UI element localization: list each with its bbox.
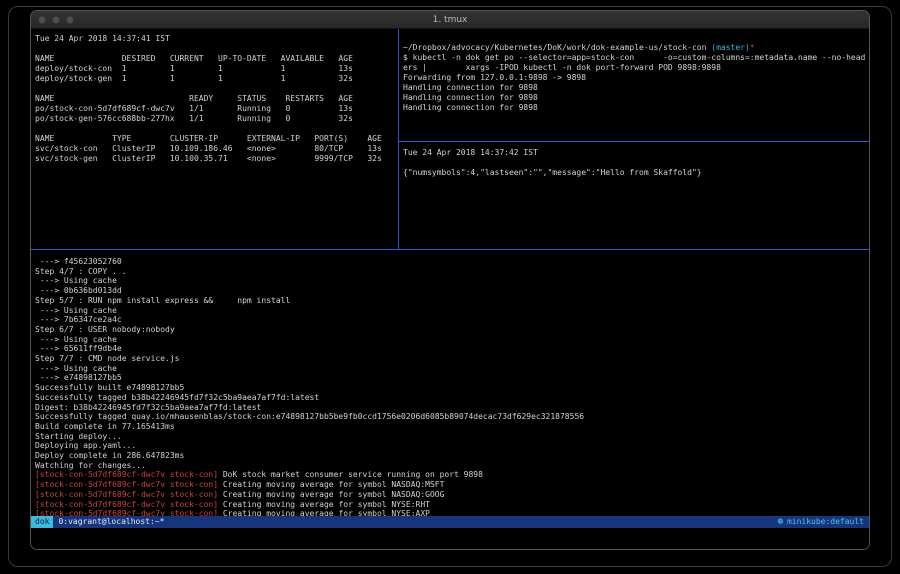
terminal-line: ---> Using cache — [35, 364, 869, 374]
terminal-line: [stock-con-5d7df689cf-dwc7v stock-con] C… — [35, 500, 869, 510]
screen: 1. tmux Tue 24 Apr 2018 14:37:41 IST NAME… — [0, 0, 900, 574]
session-name-badge[interactable]: dok — [31, 516, 53, 528]
terminal-line: NAME TYPE CLUSTER-IP EXTERNAL-IP PORT(S)… — [35, 134, 398, 144]
terminal-line: ---> 65611ff9db4e — [35, 344, 869, 354]
terminal-line: ---> Using cache — [35, 335, 869, 345]
pane-service-watch[interactable]: Tue 24 Apr 2018 14:37:42 IST {"numsymbols… — [399, 142, 869, 249]
terminal-line: Handling connection for 9898 — [403, 93, 869, 103]
terminal-line: Tue 24 Apr 2018 14:37:42 IST — [403, 148, 869, 158]
terminal-line: po/stock-con-5d7df689cf-dwc7v 1/1 Runnin… — [35, 104, 398, 114]
terminal-line: deploy/stock-con 1 1 1 1 13s — [35, 64, 398, 74]
terminal-line: [stock-con-5d7df689cf-dwc7v stock-con] D… — [35, 470, 869, 480]
terminal-line: ---> Using cache — [35, 276, 869, 286]
pane-skaffold-build-log[interactable]: ---> f45623052760Step 4/7 : COPY . . ---… — [31, 250, 869, 516]
terminal-line: NAME DESIRED CURRENT UP-TO-DATE AVAILABL… — [35, 54, 398, 64]
terminal-line: Successfully tagged b38b42246945fd7f32c5… — [35, 393, 869, 403]
terminal-line — [35, 124, 398, 134]
terminal-line: ---> 7b6347ce2a4c — [35, 315, 869, 325]
terminal-line: Starting deploy... — [35, 432, 869, 442]
terminal-line: [stock-con-5d7df689cf-dwc7v stock-con] C… — [35, 509, 869, 516]
window-bottom-filler — [31, 528, 869, 549]
terminal-line — [35, 44, 398, 54]
titlebar: 1. tmux — [31, 11, 869, 29]
terminal-line: {"numsymbols":4,"lastseen":"","message":… — [403, 168, 869, 178]
terminal-line: ---> 0b636bd013dd — [35, 286, 869, 296]
zoom-window-button[interactable] — [66, 16, 74, 24]
tmux-terminal: Tue 24 Apr 2018 14:37:41 IST NAME DESIRED… — [31, 29, 869, 516]
kube-context-label: minikube:default — [787, 516, 864, 528]
terminal-line: NAME READY STATUS RESTARTS AGE — [35, 94, 398, 104]
terminal-window: 1. tmux Tue 24 Apr 2018 14:37:41 IST NAME… — [30, 10, 870, 550]
pane-kubectl-resources[interactable]: Tue 24 Apr 2018 14:37:41 IST NAME DESIRED… — [31, 29, 398, 249]
terminal-line — [35, 84, 398, 94]
terminal-line: svc/stock-con ClusterIP 10.109.186.46 <n… — [35, 144, 398, 154]
status-window-item[interactable]: 0:vagrant@localhost:~* — [53, 516, 169, 528]
terminal-line: svc/stock-gen ClusterIP 10.100.35.71 <no… — [35, 154, 398, 164]
terminal-line: Successfully built e74898127bb5 — [35, 383, 869, 393]
terminal-line: Step 7/7 : CMD node service.js — [35, 354, 869, 364]
terminal-line: Deploy complete in 286.647823ms — [35, 451, 869, 461]
right-pane-column: ~/Dropbox/advocacy/Kubernetes/DoK/work/d… — [399, 29, 869, 249]
terminal-line: Forwarding from 127.0.0.1:9898 -> 9898 — [403, 73, 869, 83]
close-window-button[interactable] — [38, 16, 46, 24]
terminal-line: [stock-con-5d7df689cf-dwc7v stock-con] C… — [35, 490, 869, 500]
terminal-line: Step 4/7 : COPY . . — [35, 267, 869, 277]
kubernetes-context-icon: ☸ — [777, 516, 784, 528]
terminal-line: $ kubectl -n dok get po --selector=app=s… — [403, 53, 869, 63]
terminal-line: Step 5/7 : RUN npm install express && np… — [35, 296, 869, 306]
terminal-line: Digest: b38b42246945fd7f32c5ba9aea7af7fd… — [35, 403, 869, 413]
window-title: 1. tmux — [31, 15, 869, 25]
terminal-line — [403, 158, 869, 168]
terminal-line: po/stock-gen-576cc688bb-277hx 1/1 Runnin… — [35, 114, 398, 124]
terminal-line: ~/Dropbox/advocacy/Kubernetes/DoK/work/d… — [403, 43, 869, 53]
status-right: ☸ minikube:default — [777, 516, 869, 528]
minimize-window-button[interactable] — [52, 16, 60, 24]
top-pane-row: Tue 24 Apr 2018 14:37:41 IST NAME DESIRED… — [31, 29, 869, 249]
terminal-line: Build complete in 77.165413ms — [35, 422, 869, 432]
terminal-line: ---> Using cache — [35, 306, 869, 316]
tmux-status-bar: dok 0:vagrant@localhost:~* ☸ minikube:de… — [31, 516, 869, 528]
terminal-line: Handling connection for 9898 — [403, 103, 869, 113]
terminal-line: deploy/stock-gen 1 1 1 1 32s — [35, 74, 398, 84]
terminal-line: Tue 24 Apr 2018 14:37:41 IST — [35, 34, 398, 44]
pane-port-forward[interactable]: ~/Dropbox/advocacy/Kubernetes/DoK/work/d… — [399, 29, 869, 141]
terminal-line: Deploying app.yaml... — [35, 441, 869, 451]
terminal-line: ---> e74898127bb5 — [35, 373, 869, 383]
terminal-line: ers | xargs -IPOD kubectl -n dok port-fo… — [403, 63, 869, 73]
terminal-line: [stock-con-5d7df689cf-dwc7v stock-con] C… — [35, 480, 869, 490]
terminal-line: Step 6/7 : USER nobody:nobody — [35, 325, 869, 335]
terminal-line: Handling connection for 9898 — [403, 83, 869, 93]
terminal-line: Successfully tagged quay.io/mhausenblas/… — [35, 412, 869, 422]
terminal-line: Watching for changes... — [35, 461, 869, 471]
terminal-line: ---> f45623052760 — [35, 257, 869, 267]
traffic-lights — [38, 16, 74, 24]
